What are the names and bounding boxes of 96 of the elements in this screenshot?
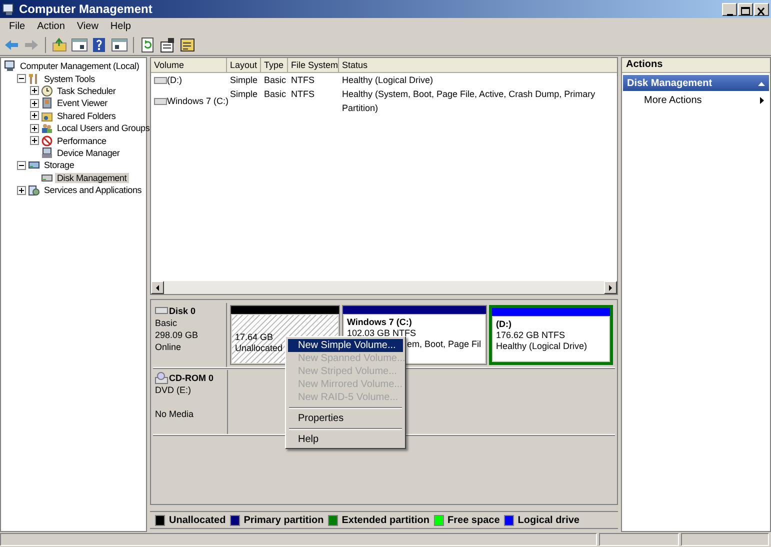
section-title: Disk Management xyxy=(627,78,712,88)
minimize-icon xyxy=(726,14,732,16)
legend-label: Extended partition xyxy=(342,514,430,526)
tree-item[interactable]: System Tools xyxy=(42,74,97,84)
disk-info: DVD (E:) xyxy=(155,385,191,395)
legend-label: Free space xyxy=(448,514,500,526)
menu-item[interactable]: Action xyxy=(31,20,71,33)
export-list-icon[interactable] xyxy=(179,37,196,53)
expand-icon[interactable] xyxy=(30,86,39,96)
action-item[interactable]: More Actions xyxy=(622,93,770,108)
partition-info: em, Boot, Page Fil xyxy=(407,339,482,349)
column-header[interactable]: Layout xyxy=(227,58,261,72)
column-header[interactable]: Type xyxy=(261,58,288,72)
panel-icon[interactable] xyxy=(71,37,88,53)
tree-item[interactable]: Task Scheduler xyxy=(55,86,118,96)
table-cell: Healthy (System, Boot, Page File, Active, Crash Dump, Primary Partition) xyxy=(342,89,596,113)
disk-info: Online xyxy=(155,342,182,352)
horizontal-scrollbar[interactable] xyxy=(151,281,617,294)
table-cell: Simple xyxy=(230,75,258,85)
maximize-icon xyxy=(740,6,751,16)
drive-icon xyxy=(154,76,167,84)
table-cell-text: Windows 7 (C:) xyxy=(167,95,229,108)
properties-icon[interactable] xyxy=(159,37,176,53)
table-cell: Healthy (Logical Drive) xyxy=(342,75,434,85)
close-icon xyxy=(756,6,767,16)
shared-folder-icon xyxy=(41,110,53,122)
partition-info: 176.62 GB NTFS xyxy=(496,330,566,340)
table-cell: NTFS xyxy=(291,75,314,85)
actions-header: Actions xyxy=(622,58,770,73)
expand-icon[interactable] xyxy=(30,111,39,120)
menu-item[interactable]: New Simple Volume... xyxy=(288,339,403,352)
table-cell: Basic xyxy=(264,89,286,99)
column-header[interactable]: Status xyxy=(339,58,617,72)
disk-name: CD-ROM 0 xyxy=(169,372,214,384)
table-cell: NTFS xyxy=(291,89,314,99)
expand-icon[interactable] xyxy=(30,136,39,146)
users-icon xyxy=(41,122,53,134)
table-cell: Simple xyxy=(230,89,258,99)
maximize-button[interactable] xyxy=(738,2,753,16)
legend-label: Logical drive xyxy=(518,514,580,526)
tree-item[interactable]: Event Viewer xyxy=(55,98,110,108)
disk-info: Basic xyxy=(155,318,178,328)
tree-item[interactable]: Disk Management xyxy=(55,172,129,183)
expand-icon[interactable] xyxy=(30,124,39,133)
menu-item[interactable]: View xyxy=(70,20,104,33)
tree-item[interactable]: Computer Management (Local) xyxy=(18,61,142,72)
tree-item[interactable]: Device Manager xyxy=(55,148,122,158)
table-cell: Basic xyxy=(264,75,286,85)
no-sign-icon xyxy=(41,134,53,147)
tree-item[interactable]: Storage xyxy=(42,160,76,170)
storage-icon xyxy=(28,159,40,172)
legend-label: Unallocated xyxy=(169,514,226,526)
clock-icon xyxy=(41,84,53,97)
tools-icon xyxy=(28,72,40,85)
partition-name: Windows 7 (C:) xyxy=(347,317,412,327)
table-cell-text: (D:) xyxy=(167,74,182,87)
legend-label: Primary partition xyxy=(244,514,324,526)
app-icon xyxy=(2,2,16,16)
computer-icon xyxy=(4,60,16,72)
panel-icon[interactable] xyxy=(111,37,128,53)
disk-info: No Media xyxy=(155,409,194,419)
window-title: Computer Management xyxy=(19,2,154,16)
menu-item[interactable]: Properties xyxy=(288,412,403,425)
disk-info: 298.09 GB xyxy=(155,330,198,340)
column-header[interactable]: File System xyxy=(288,58,339,72)
tree-item[interactable]: Shared Folders xyxy=(55,110,118,121)
expand-icon[interactable] xyxy=(30,98,39,108)
actions-section-header[interactable]: Disk Management xyxy=(623,75,769,91)
column-header[interactable]: Volume xyxy=(151,58,227,72)
partition-info: 17.64 GB xyxy=(235,332,274,342)
expand-icon[interactable] xyxy=(17,186,26,195)
disk-name: Disk 0 xyxy=(169,305,196,317)
partition[interactable]: (D:) 176.62 GB NTFS Healthy (Logical Drive) xyxy=(489,305,613,365)
close-button[interactable] xyxy=(754,2,769,16)
partition-info: Unallocated xyxy=(235,343,283,353)
log-icon xyxy=(41,97,53,110)
collapse-caret-icon[interactable] xyxy=(758,80,765,86)
collapse-icon[interactable] xyxy=(17,74,26,84)
collapse-icon[interactable] xyxy=(17,160,26,170)
cd-drive-icon xyxy=(155,372,168,384)
submenu-arrow-icon xyxy=(760,97,764,104)
device-icon xyxy=(41,146,53,159)
minimize-button[interactable] xyxy=(722,2,737,16)
tree-item[interactable]: Local Users and Groups xyxy=(55,123,152,134)
partition-info: Healthy (Logical Drive) xyxy=(496,341,588,351)
menu-item[interactable]: Help xyxy=(104,20,137,33)
services-icon xyxy=(28,184,40,196)
refresh-icon[interactable] xyxy=(139,37,156,53)
help-icon[interactable] xyxy=(91,37,108,53)
partition-name: (D:) xyxy=(496,319,512,329)
partition-info: 102.03 GB NTFS xyxy=(347,328,416,338)
menu-item[interactable]: Help xyxy=(288,433,403,446)
tree-item[interactable]: Services and Applications xyxy=(42,185,144,196)
menu-item[interactable]: File xyxy=(3,20,32,33)
tree-item[interactable]: Performance xyxy=(55,136,108,146)
drive-icon xyxy=(154,96,167,106)
